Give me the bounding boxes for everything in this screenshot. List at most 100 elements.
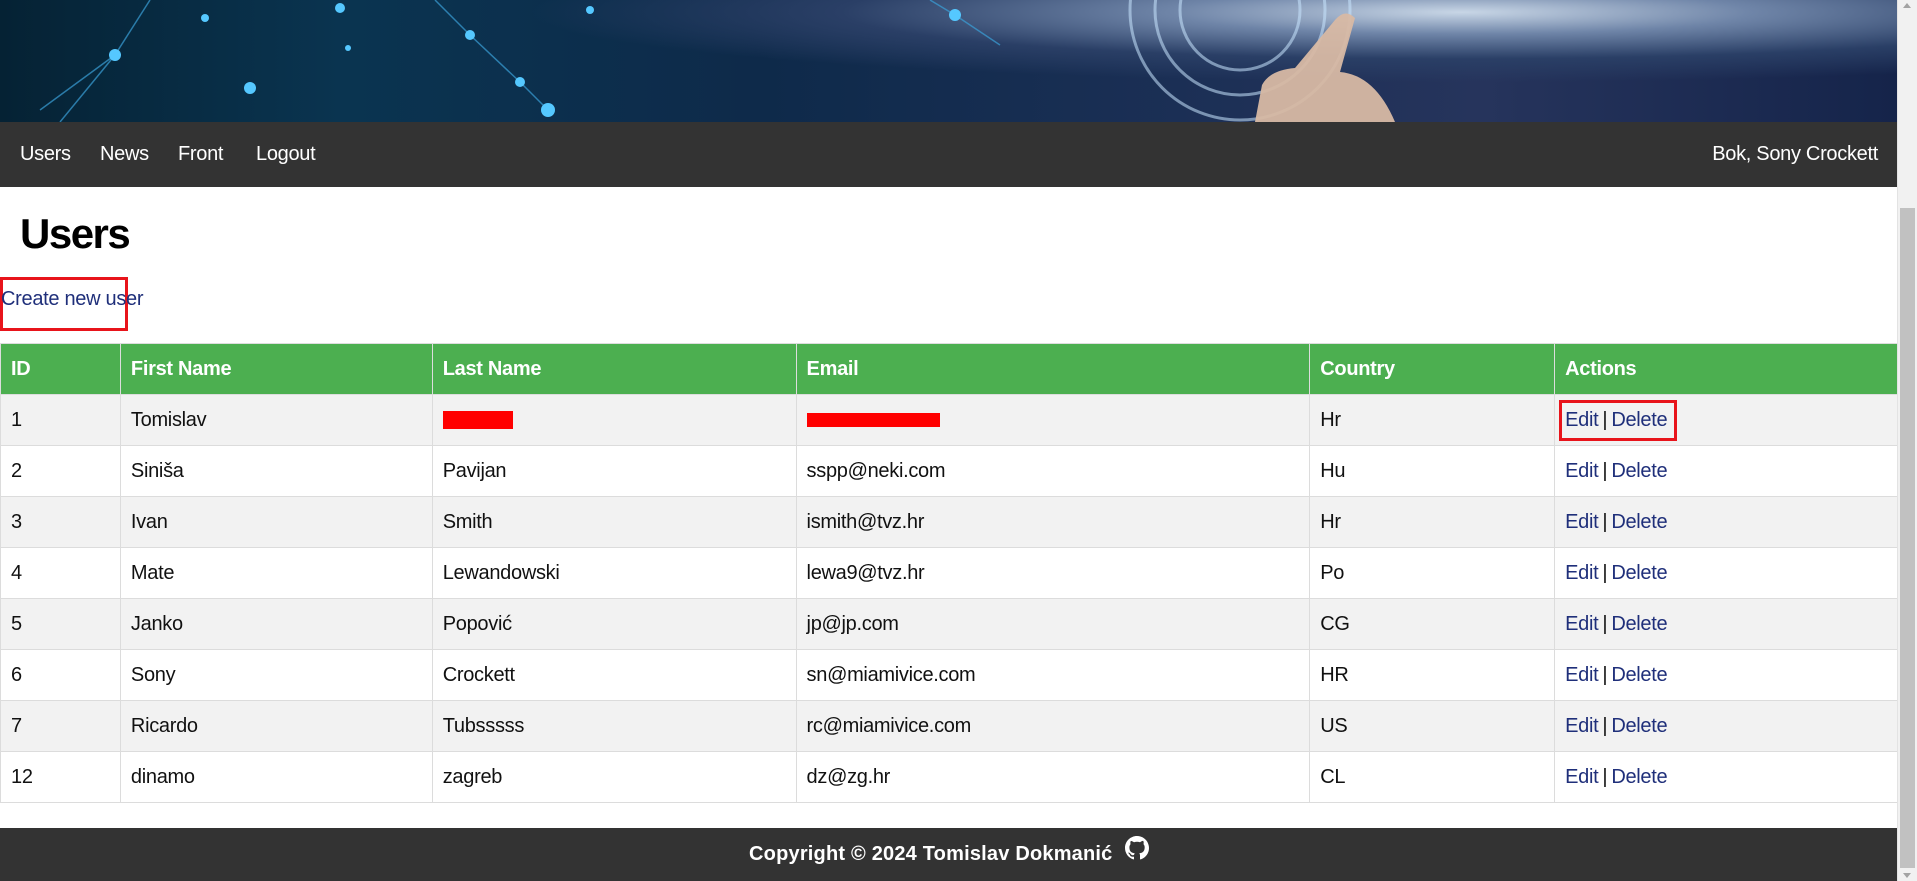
delete-link[interactable]: Delete xyxy=(1611,613,1667,635)
table-row: 6 Sony Crockett sn@miamivice.com HR Edit… xyxy=(0,649,1898,701)
cell-country: Hr xyxy=(1309,394,1556,446)
action-separator: | xyxy=(1602,510,1608,533)
action-separator: | xyxy=(1602,663,1608,686)
cell-first-name: Ricardo xyxy=(119,700,433,752)
edit-link[interactable]: Edit xyxy=(1565,511,1599,533)
edit-link[interactable]: Edit xyxy=(1565,460,1599,482)
delete-link[interactable]: Delete xyxy=(1611,664,1667,686)
cell-first-name: Sony xyxy=(119,649,433,701)
action-separator: | xyxy=(1602,561,1608,584)
cell-last-name: zagreb xyxy=(431,751,797,803)
cell-country: HR xyxy=(1309,649,1556,701)
cell-last-name xyxy=(431,394,797,446)
cell-email: ismith@tvz.hr xyxy=(795,496,1311,548)
cell-email xyxy=(795,394,1311,446)
network-graphic xyxy=(39,0,1395,122)
cell-first-name: dinamo xyxy=(119,751,433,803)
cell-last-name: Crockett xyxy=(431,649,797,701)
edit-link[interactable]: Edit xyxy=(1565,715,1599,737)
cell-id: 6 xyxy=(0,649,121,701)
user-greeting: Bok, Sony Crockett xyxy=(1712,143,1878,165)
cell-email: sspp@neki.com xyxy=(795,445,1311,497)
edit-link[interactable]: Edit xyxy=(1565,766,1599,788)
footer: Copyright © 2024 Tomislav Dokmanić xyxy=(0,828,1898,881)
edit-link[interactable]: Edit xyxy=(1565,613,1599,635)
cell-country: CG xyxy=(1309,598,1556,650)
cell-actions: Edit | Delete xyxy=(1554,700,1898,752)
table-row: 4 Mate Lewandowski lewa9@tvz.hr Po Edit |… xyxy=(0,547,1898,599)
nav-front-link[interactable]: Front xyxy=(178,122,223,187)
table-row: 1 Tomislav Hr Edit | Delete xyxy=(0,394,1898,446)
cell-actions: Edit | Delete xyxy=(1554,445,1898,497)
cell-first-name: Janko xyxy=(119,598,433,650)
table-row: 5 Janko Popović jp@jp.com CG Edit | Delete xyxy=(0,598,1898,650)
actions-highlighted: Edit | Delete xyxy=(1559,399,1678,441)
table-row: 2 Siniša Pavijan sspp@neki.com Hu Edit | D… xyxy=(0,445,1898,497)
cell-actions: Edit | Delete xyxy=(1554,649,1898,701)
github-icon[interactable] xyxy=(1124,836,1149,865)
cell-country: CL xyxy=(1309,751,1556,803)
cell-id: 7 xyxy=(0,700,121,752)
cell-email: lewa9@tvz.hr xyxy=(795,547,1311,599)
cell-last-name: Popović xyxy=(431,598,797,650)
cell-id: 4 xyxy=(0,547,121,599)
cell-country: Hr xyxy=(1309,496,1556,548)
delete-link[interactable]: Delete xyxy=(1611,460,1667,482)
page: Users News Front Logout Bok, Sony Crocke… xyxy=(0,0,1898,881)
header-id: ID xyxy=(0,343,121,395)
cell-country: US xyxy=(1309,700,1556,752)
cell-id: 5 xyxy=(0,598,121,650)
cell-id: 12 xyxy=(0,751,121,803)
cell-first-name: Ivan xyxy=(119,496,433,548)
cell-first-name: Tomislav xyxy=(119,394,433,446)
scrollbar-thumb[interactable] xyxy=(1900,208,1915,868)
cell-id: 3 xyxy=(0,496,121,548)
cell-last-name: Tubsssss xyxy=(431,700,797,752)
cell-actions: Edit | Delete xyxy=(1554,547,1898,599)
cell-actions: Edit | Delete xyxy=(1554,496,1898,548)
table-header-row: ID First Name Last Name Email Country Ac… xyxy=(0,343,1898,395)
cell-id: 1 xyxy=(0,394,121,446)
header-actions: Actions xyxy=(1554,343,1898,395)
delete-link[interactable]: Delete xyxy=(1611,715,1667,737)
cell-actions: Edit | Delete xyxy=(1554,598,1898,650)
table-row: 7 Ricardo Tubsssss rc@miamivice.com US E… xyxy=(0,700,1898,752)
delete-link[interactable]: Delete xyxy=(1611,511,1667,533)
delete-link[interactable]: Delete xyxy=(1611,562,1667,584)
cell-last-name: Lewandowski xyxy=(431,547,797,599)
cell-first-name: Mate xyxy=(119,547,433,599)
edit-link[interactable]: Edit xyxy=(1565,562,1599,584)
nav-users-link[interactable]: Users xyxy=(20,122,71,187)
cell-email: rc@miamivice.com xyxy=(795,700,1311,752)
header-banner-image xyxy=(0,0,1898,122)
header-email: Email xyxy=(795,343,1311,395)
edit-link[interactable]: Edit xyxy=(1565,664,1599,686)
header-last-name: Last Name xyxy=(431,343,797,395)
redaction-mark xyxy=(442,411,513,430)
vertical-scrollbar[interactable] xyxy=(1897,0,1917,881)
table-row: 3 Ivan Smith ismith@tvz.hr Hr Edit | Delet… xyxy=(0,496,1898,548)
nav-news-link[interactable]: News xyxy=(100,122,149,187)
table-row: 12 dinamo zagreb dz@zg.hr CL Edit | Delete xyxy=(0,751,1898,803)
action-separator: | xyxy=(1602,612,1608,635)
cell-actions: Edit | Delete xyxy=(1554,751,1898,803)
action-separator: | xyxy=(1602,714,1608,737)
action-separator: | xyxy=(1602,765,1608,788)
create-new-user-link[interactable]: Create new user xyxy=(1,288,144,311)
header-first-name: First Name xyxy=(119,343,433,395)
scroll-down-arrow-icon[interactable] xyxy=(1903,873,1911,878)
cell-email: jp@jp.com xyxy=(795,598,1311,650)
cell-email: dz@zg.hr xyxy=(795,751,1311,803)
redaction-mark xyxy=(806,413,940,428)
cell-last-name: Pavijan xyxy=(431,445,797,497)
top-navbar: Users News Front Logout Bok, Sony Crocke… xyxy=(0,122,1898,187)
cell-country: Po xyxy=(1309,547,1556,599)
cell-first-name: Siniša xyxy=(119,445,433,497)
scroll-up-arrow-icon[interactable] xyxy=(1903,3,1911,8)
nav-logout-link[interactable]: Logout xyxy=(256,122,316,187)
actions-highlight-box xyxy=(1559,399,1678,441)
header-country: Country xyxy=(1309,343,1556,395)
copyright-text: Copyright © 2024 Tomislav Dokmanić xyxy=(749,843,1113,865)
users-table: ID First Name Last Name Email Country Ac… xyxy=(0,343,1898,803)
delete-link[interactable]: Delete xyxy=(1611,766,1667,788)
